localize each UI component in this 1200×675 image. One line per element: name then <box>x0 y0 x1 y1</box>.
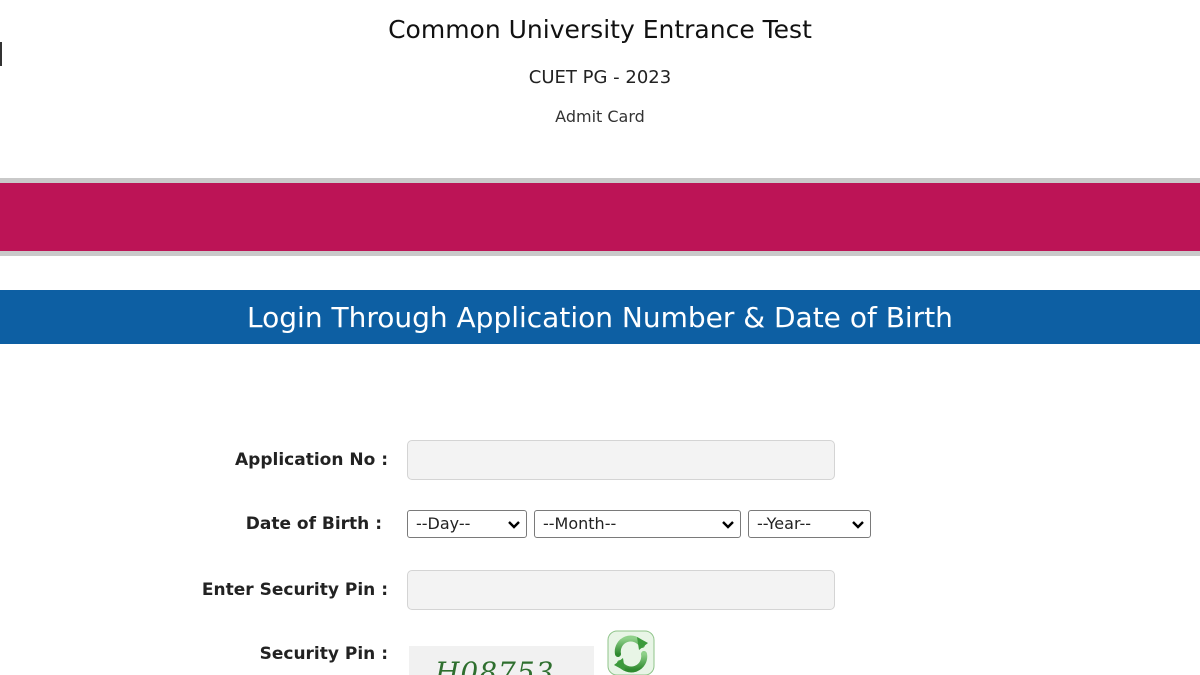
security-pin-input[interactable] <box>407 570 835 610</box>
page-title: Common University Entrance Test <box>388 15 812 44</box>
page-caption: Admit Card <box>555 107 645 126</box>
application-no-label: Application No : <box>235 450 388 470</box>
date-of-birth-row: Date of Birth : --Day-- --Month-- --Year… <box>0 502 1200 546</box>
chevron-down-icon <box>722 511 734 537</box>
enter-security-pin-row: Enter Security Pin : <box>0 568 1200 612</box>
enter-security-pin-label: Enter Security Pin : <box>201 580 388 600</box>
month-select-value: --Month-- <box>543 514 617 533</box>
captcha-image: H08753 <box>409 646 594 675</box>
month-select[interactable]: --Month-- <box>534 510 741 538</box>
chevron-down-icon <box>508 511 520 537</box>
page-subtitle: CUET PG - 2023 <box>528 67 672 88</box>
year-select-value: --Year-- <box>757 514 812 533</box>
chevron-down-icon <box>852 511 864 537</box>
year-select[interactable]: --Year-- <box>748 510 871 538</box>
security-pin-row: Security Pin : H08753 <box>0 628 1200 675</box>
date-of-birth-label: Date of Birth : <box>245 514 382 534</box>
refresh-icon[interactable] <box>604 628 660 675</box>
accent-band <box>0 178 1200 256</box>
day-select-value: --Day-- <box>416 514 471 533</box>
application-no-row: Application No : <box>0 438 1200 482</box>
captcha-text: H08753 <box>435 656 555 675</box>
login-banner: Login Through Application Number & Date … <box>0 290 1200 344</box>
application-no-input[interactable] <box>407 440 835 480</box>
page: Common University Entrance Test CUET PG … <box>0 0 1200 675</box>
day-select[interactable]: --Day-- <box>407 510 527 538</box>
security-pin-label: Security Pin : <box>259 644 388 664</box>
